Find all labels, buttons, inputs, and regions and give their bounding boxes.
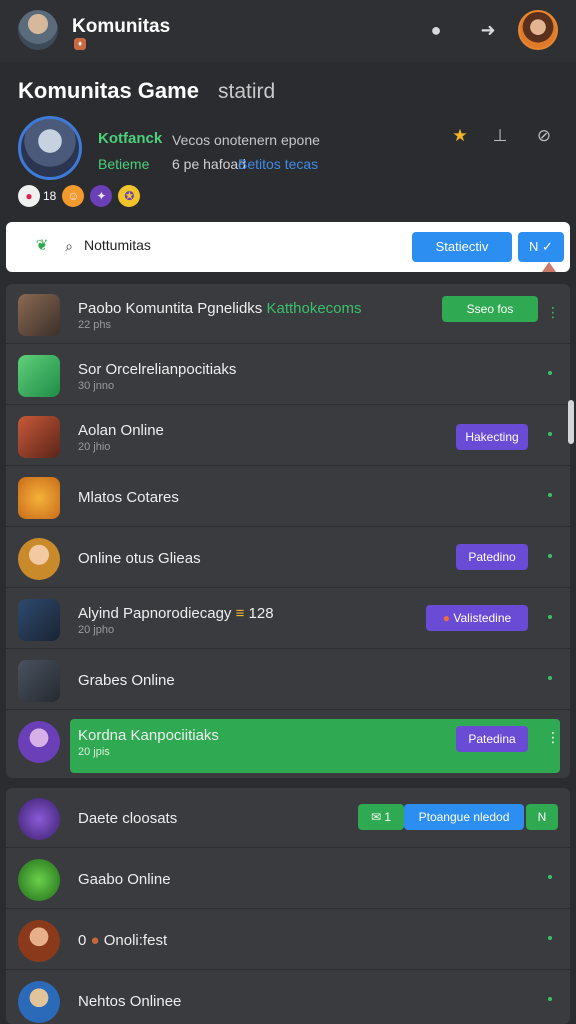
more-icon[interactable]: ⋮ [546,302,560,322]
list-item[interactable]: Nehtos Onlinee [6,971,570,1024]
community-note: 6 pe hafoad [172,156,246,172]
status-dot [548,997,552,1001]
game-icon [18,355,60,397]
page-title: Komunitas Game [18,78,199,103]
status-badge[interactable]: Patedino [456,544,528,570]
game-subtitle: 20 jpis [78,746,110,758]
extra-badge[interactable]: N [526,804,558,830]
game-title: Sor Orcelrelianpocitiaks [78,361,237,378]
star-reaction-icon[interactable]: ✪ [118,185,141,207]
game-icon [18,981,60,1023]
game-title: Online otus Glieas [78,550,201,567]
list-item[interactable]: Paobo Komuntita Pgnelidks Katthokecoms 2… [6,284,570,344]
community-link[interactable]: Betitos tecas [238,156,318,172]
status-dot [548,493,552,497]
list-item[interactable]: 0 ● Onoli:fest [6,910,570,970]
app-title: Komunitas [72,16,171,37]
community-header-avatar[interactable] [18,116,82,180]
heart-reaction-icon[interactable]: ● [18,185,40,207]
status-badge[interactable]: ● Valistedine [426,605,528,631]
dropdown-caret-icon [542,262,556,272]
profile-avatar[interactable] [518,10,558,50]
confirm-button[interactable]: N ✓ [518,232,564,262]
share-arrow-icon[interactable]: ➜ [474,16,502,44]
pin-icon[interactable]: ⊥ [488,124,512,148]
game-subtitle: 22 phs [78,319,112,331]
status-dot [548,676,552,680]
status-dot [548,615,552,619]
page-subtitle: statird [218,80,276,103]
reaction-bar: ● 18 ☺ ✦ ✪ [18,184,141,208]
search-icon: ⌕ [65,238,73,254]
game-icon [18,798,60,840]
community-name[interactable]: Kotfanck [98,130,162,147]
mic-icon[interactable]: ● [422,16,450,44]
game-title: Alyind Papnorodiecagy ≡ 128 [78,605,274,622]
game-icon [18,538,60,580]
community-status: Betieme [98,156,150,172]
list-item[interactable]: Daete cloosats ✉ 1 Ptoangue nledod N [6,788,570,848]
game-icon [18,721,60,763]
community-avatar[interactable] [18,10,58,50]
game-subtitle: 30 jnno [78,380,115,392]
search-bar: ❦ ⌕ Nottumitas Statiectiv N ✓ [6,222,570,272]
status-dot [548,936,552,940]
game-title: Aolan Online [78,422,164,439]
ghost-reaction-icon[interactable]: ✦ [90,185,113,207]
count-badge[interactable]: ✉ 1 [358,804,404,830]
game-icon [18,859,60,901]
status-badge[interactable]: Patedina [456,726,528,752]
search-input[interactable]: Nottumitas [84,237,151,253]
status-dot [548,554,552,558]
game-title: 0 ● Onoli:fest [78,932,168,949]
list-item-selected[interactable]: Kordna Kanpociitiaks 20 jpis Patedina ⋮ [6,711,570,778]
game-subtitle: 20 jpho [78,624,115,636]
game-title: Kordna Kanpociitiaks [78,727,219,744]
game-title: Grabes Online [78,672,175,689]
game-list-primary: Paobo Komuntita Pgnelidks Katthokecoms 2… [6,284,570,778]
scrollbar[interactable] [568,400,574,444]
game-icon [18,920,60,962]
community-description: Vecos onotenern epone [172,132,320,148]
top-bar: Komunitas ♦ ● ➜ [0,0,576,62]
game-title: Nehtos Onlinee [78,993,182,1010]
list-item[interactable]: Mlatos Cotares [6,467,570,527]
smile-reaction-icon[interactable]: ☺ [62,185,85,207]
action-badge[interactable]: Ptoangue nledod [404,804,524,830]
list-item[interactable]: Aolan Online 20 jhio Hakecting [6,406,570,466]
game-icon [18,477,60,519]
game-title: Paobo Komuntita Pgnelidks Katthokecoms [78,300,362,317]
list-item[interactable]: Grabes Online [6,650,570,710]
leaf-icon: ❦ [35,237,49,254]
select-button[interactable]: Statiectiv [412,232,512,262]
game-title: Gaabo Online [78,871,171,888]
game-title: Daete cloosats [78,810,178,827]
status-dot [548,432,552,436]
status-badge[interactable]: Sseo fos [442,296,538,322]
block-icon[interactable]: ⊘ [532,124,556,148]
game-icon [18,599,60,641]
reaction-count: 18 [43,189,57,203]
list-item[interactable]: Gaabo Online [6,849,570,909]
trophy-icon[interactable]: ★ [448,124,472,148]
status-dot [548,371,552,375]
badge-dot-icon: ● [442,611,451,625]
status-badge[interactable]: Hakecting [456,424,528,450]
game-title: Mlatos Cotares [78,489,179,506]
badge-icon: ♦ [74,38,86,50]
game-icon [18,294,60,336]
list-item[interactable]: Alyind Papnorodiecagy ≡ 128 20 jpho ● Va… [6,589,570,649]
more-icon[interactable]: ⋮ [546,727,560,747]
status-dot [548,875,552,879]
game-icon [18,660,60,702]
list-item[interactable]: Online otus Glieas Patedino [6,528,570,588]
game-list-secondary: Daete cloosats ✉ 1 Ptoangue nledod N Gaa… [6,788,570,1024]
game-subtitle: 20 jhio [78,441,111,453]
list-item[interactable]: Sor Orcelrelianpocitiaks 30 jnno [6,345,570,405]
game-icon [18,416,60,458]
